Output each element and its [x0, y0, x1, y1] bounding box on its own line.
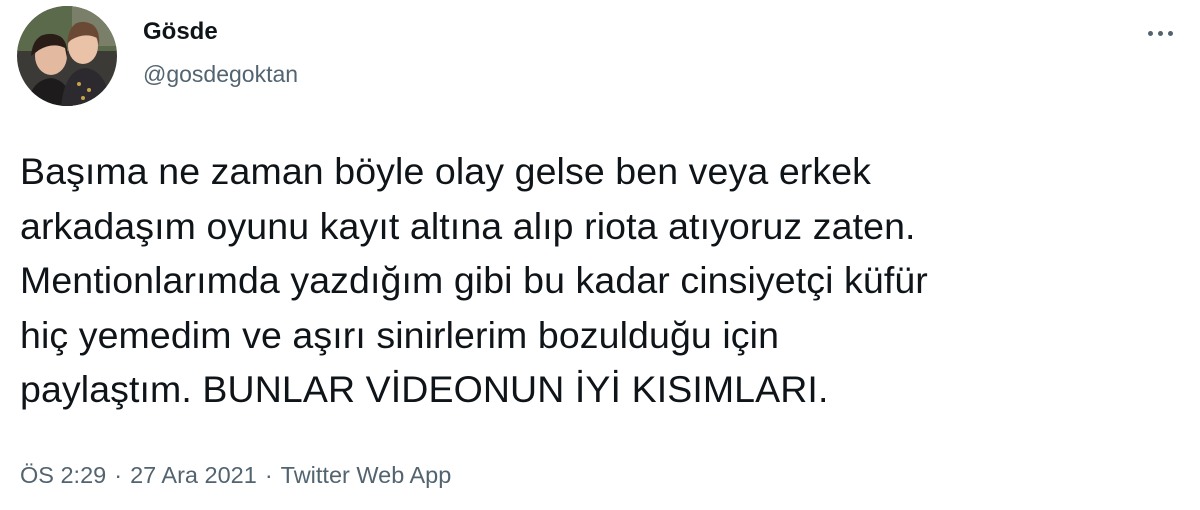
- tweet-time[interactable]: ÖS 2:29: [20, 462, 106, 488]
- more-options-button[interactable]: [1138, 18, 1182, 48]
- display-name[interactable]: Gösde: [143, 18, 218, 46]
- meta-separator: ·: [264, 462, 273, 488]
- more-horizontal-icon-dot: [1157, 30, 1163, 36]
- more-horizontal-icon-dot: [1167, 30, 1173, 36]
- tweet-source[interactable]: Twitter Web App: [281, 462, 452, 488]
- tweet-meta: ÖS 2:29 · 27 Ara 2021 · Twitter Web App: [20, 462, 451, 489]
- tweet-date[interactable]: 27 Ara 2021: [130, 462, 257, 488]
- more-horizontal-icon: [1147, 30, 1153, 36]
- tweet-text: Başıma ne zaman böyle olay gelse ben vey…: [20, 150, 928, 410]
- avatar[interactable]: [17, 6, 117, 106]
- tweet-card: Gösde @gosdegoktan Başıma ne zaman böyle…: [0, 0, 1200, 510]
- user-handle[interactable]: @gosdegoktan: [143, 61, 298, 88]
- meta-separator: ·: [114, 462, 123, 488]
- avatar-photo: [17, 6, 117, 106]
